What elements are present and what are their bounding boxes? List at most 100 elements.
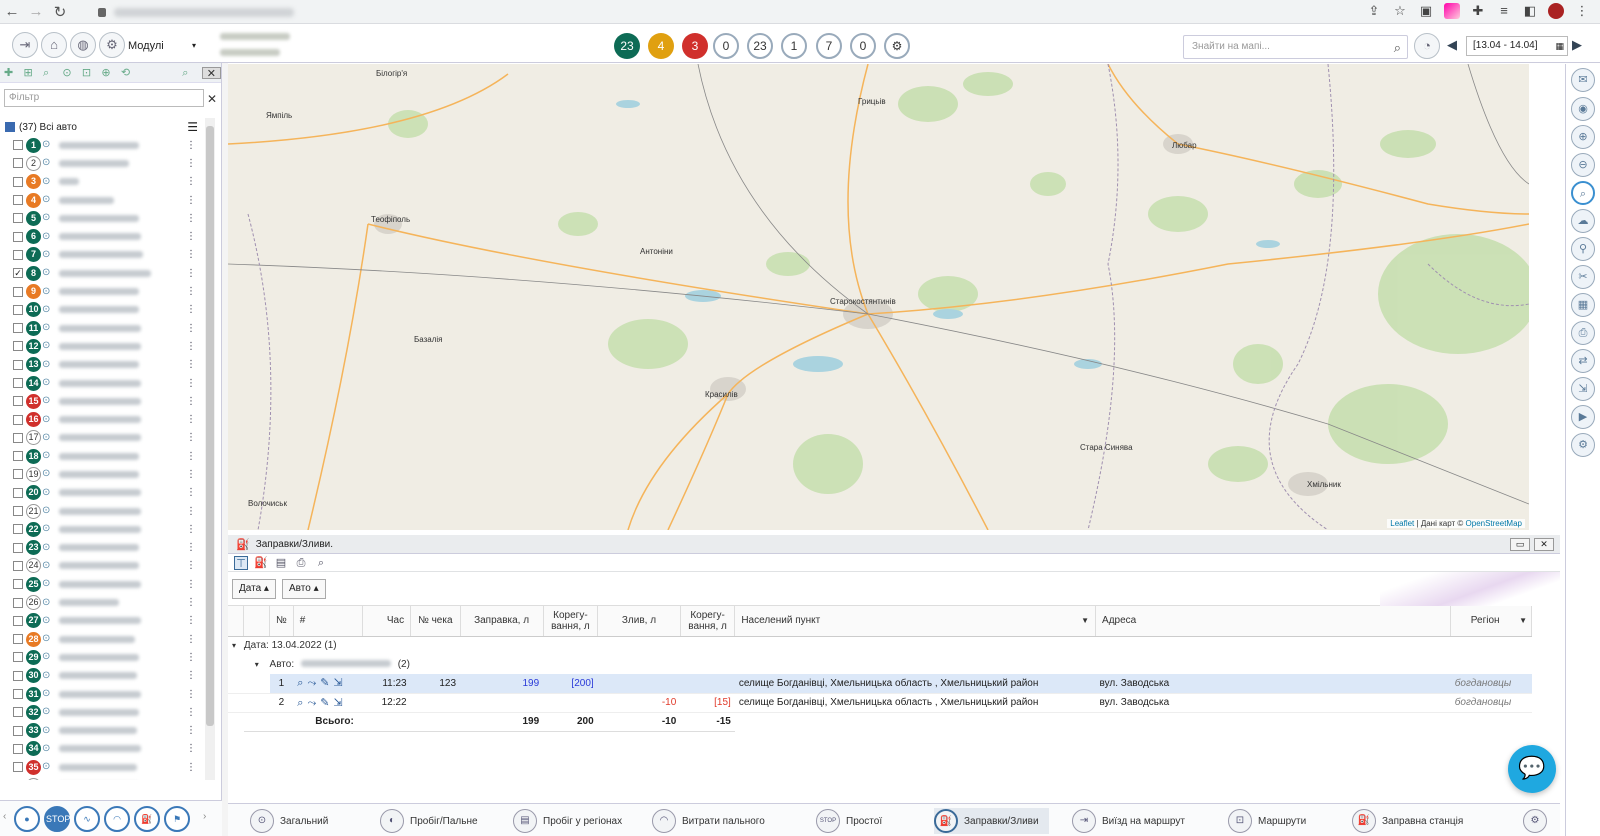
vehicle-checkbox[interactable] — [13, 396, 23, 407]
route-icon[interactable]: ∿ — [74, 806, 100, 832]
close-panel-icon[interactable]: ✕ — [1534, 538, 1554, 551]
vehicle-checkbox[interactable] — [13, 213, 23, 224]
locate-icon[interactable]: ⊙ — [42, 725, 54, 737]
vehicle-row[interactable]: 28 ⊙ ⋮ — [0, 630, 210, 648]
locate-icon[interactable]: ⊙ — [42, 688, 54, 700]
extension-color-icon[interactable] — [1444, 3, 1460, 19]
scroll-thumb[interactable] — [206, 126, 214, 726]
modules-dropdown[interactable]: Модулі ▾ — [128, 36, 202, 56]
screenshot-icon[interactable]: ▣ — [1418, 3, 1434, 19]
report-tab[interactable]: ◠ Витрати пального — [652, 808, 765, 834]
report-tab[interactable]: ⊡ Маршрути — [1228, 808, 1306, 834]
vehicle-row[interactable]: 18 ⊙ ⋮ — [0, 447, 210, 465]
vehicle-row[interactable]: 25 ⊙ ⋮ — [0, 575, 210, 593]
playlist-icon[interactable]: ≡ — [1496, 3, 1512, 19]
osm-link[interactable]: OpenStreetMap — [1466, 519, 1522, 528]
pin-icon[interactable]: ⚲ — [1571, 237, 1595, 261]
col-time[interactable]: Час — [362, 606, 412, 637]
magnifier-icon[interactable]: ⌕ — [1571, 181, 1595, 205]
locate-icon[interactable]: ⊙ — [42, 450, 54, 462]
locate-icon[interactable]: ⊙ — [42, 743, 54, 755]
vehicle-row[interactable]: 24 ⊙ ⋮ — [0, 557, 210, 575]
back-icon[interactable]: ← — [0, 3, 24, 20]
print-table-icon[interactable]: ⎙ — [294, 556, 308, 570]
filter-dropdown-icon[interactable]: ▼ — [1081, 615, 1089, 626]
vehicle-row[interactable]: 12 ⊙ ⋮ — [0, 337, 210, 355]
date-prev-arrow[interactable]: ◀ — [1447, 37, 1457, 53]
vehicle-row[interactable]: 20 ⊙ ⋮ — [0, 484, 210, 502]
vehicle-checkbox[interactable] — [13, 743, 23, 754]
pump-filter-icon[interactable]: ⛽ — [254, 556, 268, 570]
locate-icon[interactable]: ⊙ — [42, 432, 54, 444]
vehicle-row[interactable]: 15 ⊙ ⋮ — [0, 392, 210, 410]
locate-icon[interactable]: ⊙ — [42, 615, 54, 627]
locate-icon[interactable]: ⊙ — [42, 633, 54, 645]
home-icon[interactable]: ⌂ — [41, 32, 67, 58]
more-icon[interactable]: ⋮ — [186, 597, 196, 608]
video-icon[interactable]: ▶ — [1571, 405, 1595, 429]
vehicle-checkbox[interactable] — [13, 359, 23, 370]
filter-input[interactable]: Фільтр — [4, 89, 204, 107]
vehicle-checkbox[interactable] — [13, 579, 23, 590]
status-counter-5[interactable]: 23 — [747, 33, 773, 59]
search-icon[interactable]: ⌕ — [182, 67, 193, 79]
locate-icon[interactable]: ⊙ — [42, 505, 54, 517]
logout-icon[interactable]: ⇥ — [12, 32, 38, 58]
more-icon[interactable]: ⋮ — [186, 615, 196, 626]
more-icon[interactable]: ⋮ — [186, 652, 196, 663]
more-icon[interactable]: ⋮ — [186, 414, 196, 425]
locate-icon[interactable]: ⊙ — [42, 706, 54, 718]
status-counter-3[interactable]: 3 — [682, 33, 708, 59]
report-tab[interactable]: ▤ Пробіг у регіонах — [513, 808, 622, 834]
more-icon[interactable]: ⋮ — [186, 396, 196, 407]
locate-icon[interactable]: ⊙ — [42, 212, 54, 224]
route-map-icon[interactable]: ⇄ — [1571, 349, 1595, 373]
locate-icon[interactable]: ⊙ — [42, 377, 54, 389]
more-icon[interactable]: ⋮ — [186, 432, 196, 443]
vehicle-row[interactable]: 4 ⊙ ⋮ — [0, 191, 210, 209]
col-hash[interactable]: # — [293, 606, 364, 637]
restore-icon[interactable]: ▭ — [1510, 538, 1530, 551]
edit-icon[interactable]: ✎ — [320, 677, 329, 689]
locate-icon[interactable]: ⊙ — [42, 761, 54, 773]
puzzle-icon[interactable]: ✚ — [1470, 3, 1486, 19]
more-icon[interactable]: ⋮ — [186, 249, 196, 260]
more-icon[interactable]: ⋮ — [186, 560, 196, 571]
chart-icon[interactable]: ⤳ — [307, 677, 316, 689]
more-icon[interactable]: ⋮ — [186, 195, 196, 206]
vehicle-checkbox[interactable] — [13, 670, 23, 681]
vehicle-checkbox[interactable] — [13, 140, 23, 151]
locate-icon[interactable]: ⊙ — [42, 267, 54, 279]
locate-icon[interactable]: ⊙ — [42, 578, 54, 590]
filter-dropdown-icon[interactable]: ▼ — [1519, 615, 1527, 626]
col-check[interactable]: № чека — [410, 606, 461, 637]
vehicle-checkbox[interactable] — [13, 341, 23, 352]
vehicle-row[interactable]: 35 ⊙ ⋮ — [0, 758, 210, 776]
more-icon[interactable]: ⋮ — [186, 451, 196, 462]
vehicle-row[interactable]: 6 ⊙ ⋮ — [0, 227, 210, 245]
reload-icon[interactable]: ↻ — [48, 3, 72, 21]
grid-icon[interactable]: ▦ — [1571, 293, 1595, 317]
vehicle-checkbox[interactable] — [13, 506, 23, 517]
settings-icon[interactable]: ⚙ — [1571, 433, 1595, 457]
locate-icon[interactable]: ⊙ — [42, 468, 54, 480]
car-search-icon[interactable]: ⊙ — [62, 67, 73, 79]
vehicle-row[interactable]: 29 ⊙ ⋮ — [0, 648, 210, 666]
more-icon[interactable]: ⋮ — [186, 341, 196, 352]
status-counter-1[interactable]: 23 — [614, 33, 640, 59]
more-icon[interactable]: ⋮ — [186, 359, 196, 370]
timer-icon[interactable]: ◔ — [1414, 33, 1440, 59]
locate-icon[interactable]: ⊙ — [42, 395, 54, 407]
more-icon[interactable]: ⋮ — [186, 213, 196, 224]
export-excel-icon[interactable]: ▤ — [274, 556, 288, 570]
vehicle-checkbox[interactable] — [13, 231, 23, 242]
locate-icon[interactable]: ⊙ — [42, 523, 54, 535]
locate-icon[interactable]: ⊙ — [42, 597, 54, 609]
locate-icon[interactable]: ⊙ — [42, 231, 54, 243]
col-address[interactable]: Адреса — [1095, 606, 1452, 637]
all-vehicles-row[interactable]: (37) Всі авто ☰ — [0, 118, 210, 136]
vehicle-row[interactable]: 11 ⊙ ⋮ — [0, 319, 210, 337]
stop-icon[interactable]: STOP — [44, 806, 70, 832]
more-icon[interactable]: ⋮ — [186, 542, 196, 553]
locate-icon[interactable]: ⊙ — [42, 249, 54, 261]
